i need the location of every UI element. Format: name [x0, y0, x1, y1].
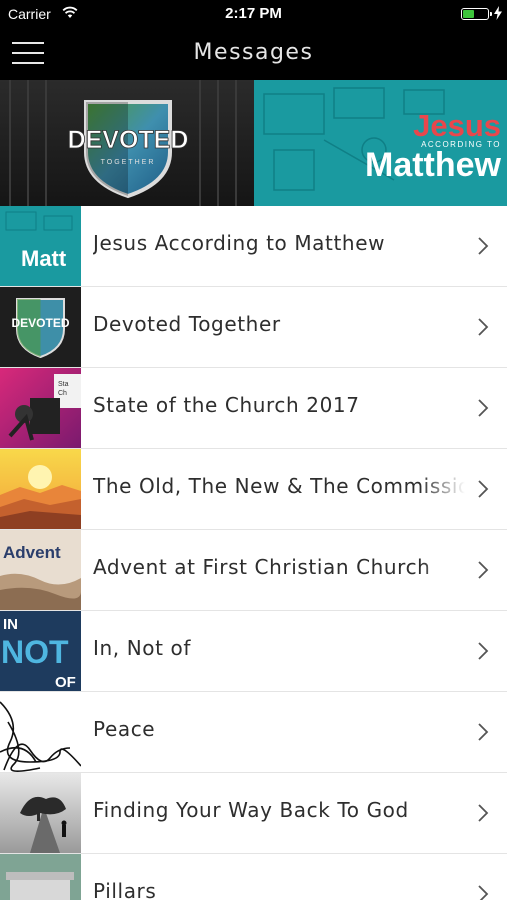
series-thumbnail: IN NOT OF — [0, 611, 81, 691]
thumb-devoted-text: DEVOTED — [11, 316, 69, 330]
hero-left-logo-text: DEVOTED — [68, 126, 189, 154]
chevron-right-icon — [478, 318, 489, 336]
series-thumbnail: Advent — [0, 530, 81, 610]
battery-level — [463, 10, 474, 18]
status-bar: Carrier 2:17 PM — [0, 0, 507, 28]
series-thumbnail — [0, 449, 81, 529]
list-item-title: Jesus According to Matthew — [93, 231, 386, 255]
chevron-right-icon — [478, 885, 489, 900]
list-item[interactable]: The Old, The New & The Commission — [0, 449, 507, 530]
hero-jesus-matthew-artwork[interactable]: Jesus ACCORDING TO Matthew — [254, 80, 507, 206]
thumb-in-text: IN — [3, 616, 18, 633]
nav-bar: Messages — [0, 28, 507, 80]
hero-banner[interactable]: DEVOTED TOGETHER Jesus ACCORDING TO Matt… — [0, 80, 507, 206]
list-item-title: Peace — [93, 717, 156, 741]
hero-left-logo-subtext: TOGETHER — [101, 159, 156, 166]
list-item-title: State of the Church 2017 — [93, 393, 360, 417]
chevron-right-icon — [478, 399, 489, 417]
chevron-right-icon — [478, 237, 489, 255]
thumb-not-text: NOT — [1, 634, 69, 670]
list-item[interactable]: Peace — [0, 692, 507, 773]
list-item-title: Finding Your Way Back To God — [93, 798, 409, 822]
hero-devoted-together-artwork[interactable]: DEVOTED TOGETHER — [0, 80, 254, 206]
list-item-title: Advent at First Christian Church — [93, 555, 431, 579]
thumb-matthew-text: Matt — [21, 246, 67, 271]
page-title: Messages — [193, 40, 314, 65]
thumb-state-line1: Sta — [58, 381, 69, 388]
series-thumbnail — [0, 854, 81, 900]
chevron-right-icon — [478, 642, 489, 660]
thumb-state-line2: Ch — [58, 390, 67, 397]
hero-right-title-top: Jesus — [413, 108, 501, 143]
list-item[interactable]: Finding Your Way Back To God — [0, 773, 507, 854]
list-item-title: Pillars — [93, 879, 157, 900]
series-thumbnail — [0, 692, 81, 772]
chevron-right-icon — [478, 480, 489, 498]
messages-list: Matt Jesus According to Matthew DEVOTED … — [0, 206, 507, 900]
chevron-right-icon — [478, 804, 489, 822]
series-thumbnail: Matt — [0, 206, 81, 286]
thumb-advent-text: Advent — [3, 543, 61, 562]
chevron-right-icon — [478, 723, 489, 741]
hero-right-title-main: Matthew — [365, 146, 502, 184]
list-item[interactable]: Matt Jesus According to Matthew — [0, 206, 507, 287]
list-item[interactable]: Sta Ch State of the Church 2017 — [0, 368, 507, 449]
list-item-title: Devoted Together — [93, 312, 281, 336]
chevron-right-icon — [478, 561, 489, 579]
series-thumbnail — [0, 773, 81, 853]
list-item[interactable]: Advent Advent at First Christian Church — [0, 530, 507, 611]
thumb-of-text: OF — [55, 674, 76, 691]
battery-icon — [461, 8, 492, 20]
status-time: 2:17 PM — [225, 5, 282, 22]
list-item[interactable]: Pillars — [0, 854, 507, 900]
list-item[interactable]: IN NOT OF In, Not of — [0, 611, 507, 692]
charging-bolt-icon — [494, 6, 502, 20]
series-thumbnail: DEVOTED — [0, 287, 81, 367]
list-item-title: In, Not of — [93, 636, 191, 660]
list-item-title: The Old, The New & The Commission — [93, 474, 465, 498]
series-thumbnail: Sta Ch — [0, 368, 81, 448]
list-item[interactable]: DEVOTED Devoted Together — [0, 287, 507, 368]
